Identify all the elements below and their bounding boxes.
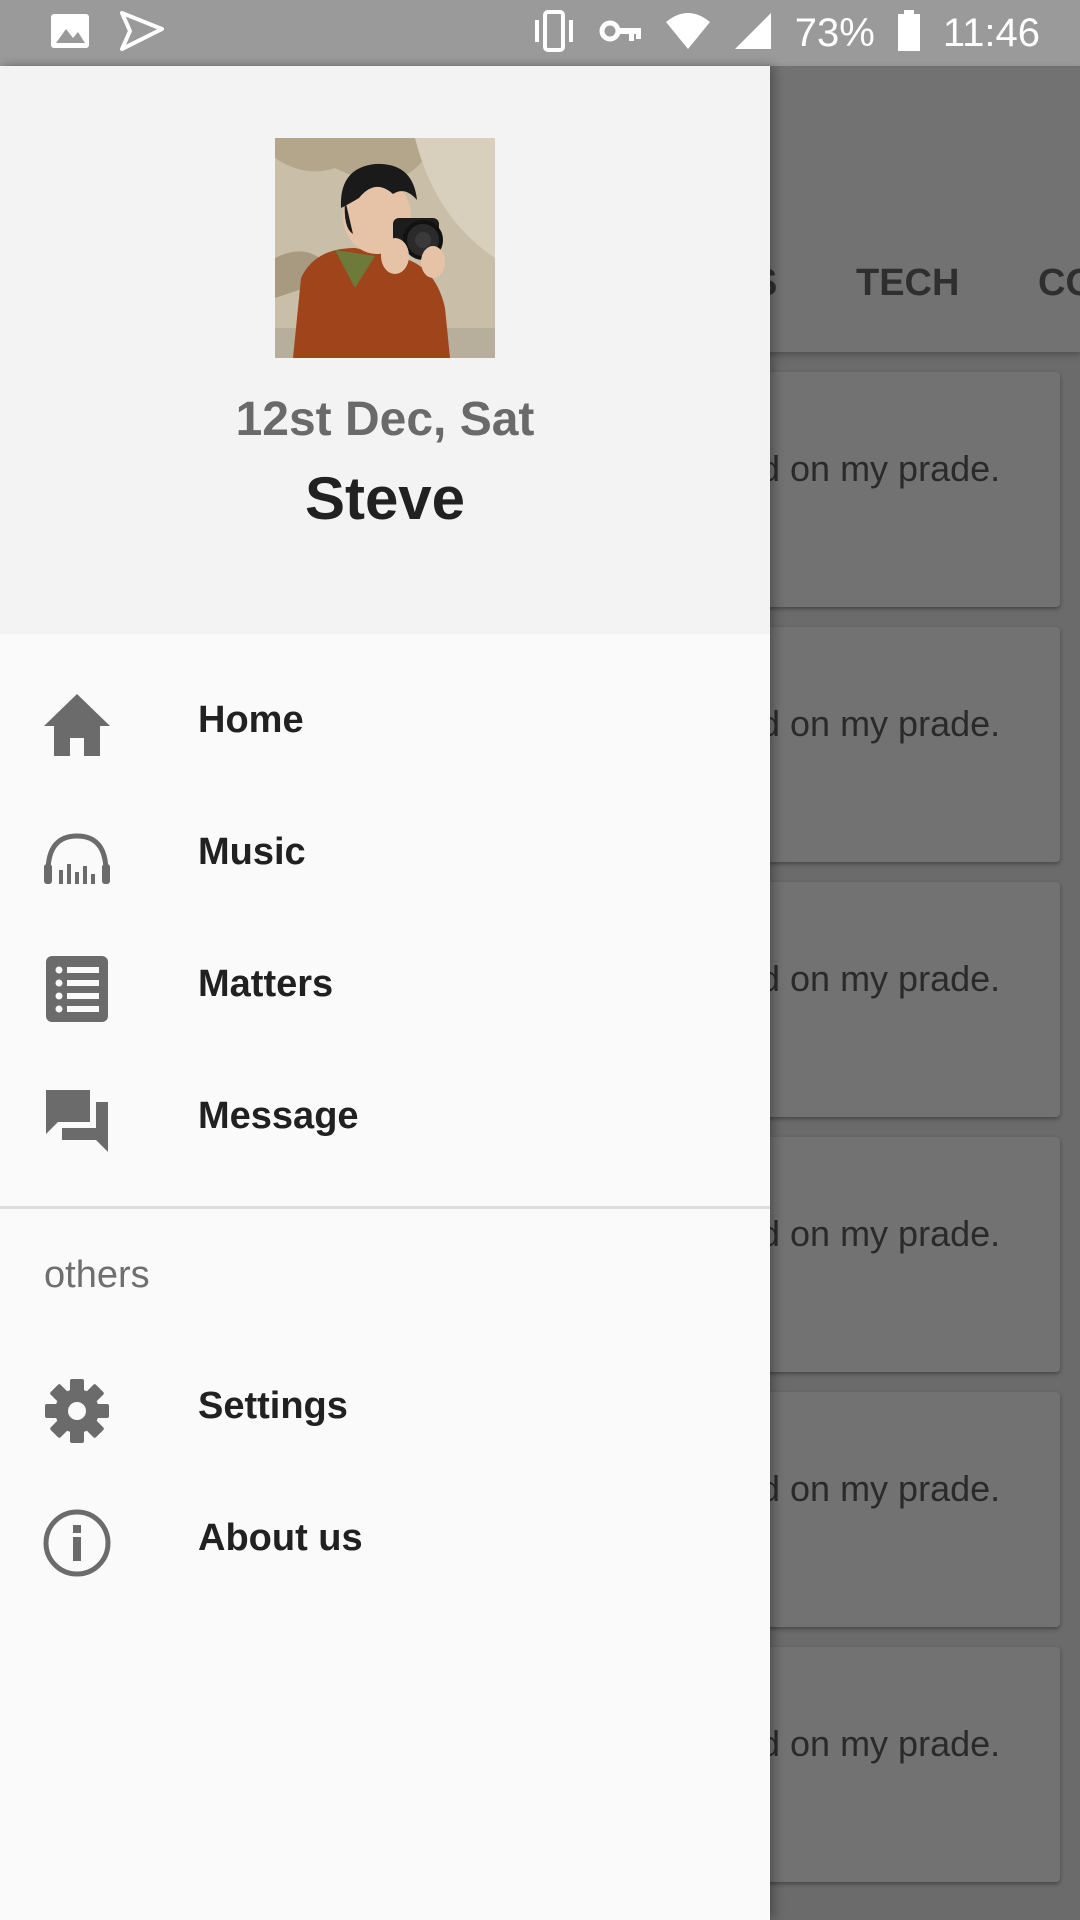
list-item[interactable]: d on my prade.: [760, 882, 1060, 1117]
card-text: d on my prade.: [760, 703, 1001, 744]
nav-item-label: About us: [198, 1517, 363, 1559]
card-text: d on my prade.: [760, 1723, 1001, 1764]
nav-item-label: Home: [198, 699, 304, 741]
tab-co[interactable]: CO: [1038, 262, 1080, 305]
list-item[interactable]: d on my prade.: [760, 627, 1060, 862]
home-icon: [42, 690, 112, 760]
nav-item-music[interactable]: Music: [0, 788, 770, 920]
nav-item-label: Music: [198, 831, 306, 873]
wifi-icon: [665, 12, 711, 55]
card-text: d on my prade.: [760, 1468, 1001, 1509]
image-icon: [50, 13, 90, 54]
battery-icon: [897, 9, 921, 57]
signal-icon: [733, 11, 773, 56]
info-icon: [42, 1508, 112, 1578]
list-item[interactable]: d on my prade.: [760, 1137, 1060, 1372]
section-title-others: others: [44, 1254, 150, 1296]
nav-item-label: Message: [198, 1095, 359, 1137]
nav-item-settings[interactable]: Settings: [0, 1342, 770, 1474]
tab-tech[interactable]: TECH: [856, 262, 959, 305]
divider: [0, 1206, 770, 1209]
forum-icon: [42, 1086, 112, 1156]
gear-icon: [42, 1376, 112, 1446]
header-user-name: Steve: [304, 465, 466, 532]
vibrate-icon: [531, 9, 577, 57]
status-bar: 73% 11:46: [0, 0, 1080, 66]
nav-item-label: Matters: [198, 963, 334, 1005]
avatar[interactable]: [275, 138, 495, 358]
card-text: d on my prade.: [760, 448, 1001, 489]
header-date: 12st Dec, Sat: [235, 393, 535, 446]
vpn-key-icon: [599, 16, 643, 51]
battery-percent: 73%: [794, 10, 875, 55]
list-item[interactable]: d on my prade.: [760, 1392, 1060, 1627]
card-text: d on my prade.: [760, 1213, 1001, 1254]
drawer-header: 12st Dec, Sat Steve: [0, 66, 770, 634]
list-item[interactable]: d on my prade.: [760, 1647, 1060, 1882]
navigation-drawer: 12st Dec, Sat Steve Home Music Matters M…: [0, 66, 770, 1920]
headphones-icon: [42, 822, 112, 892]
nav-item-about-us[interactable]: About us: [0, 1474, 770, 1606]
nav-item-label: Settings: [198, 1385, 348, 1427]
nav-item-home[interactable]: Home: [0, 656, 770, 788]
list-icon: [42, 954, 112, 1024]
nav-item-message[interactable]: Message: [0, 1052, 770, 1184]
list-item[interactable]: d on my prade.: [760, 372, 1060, 607]
clock: 11:46: [942, 10, 1040, 55]
send-icon: [120, 10, 164, 56]
nav-item-matters[interactable]: Matters: [0, 920, 770, 1052]
card-text: d on my prade.: [760, 958, 1001, 999]
